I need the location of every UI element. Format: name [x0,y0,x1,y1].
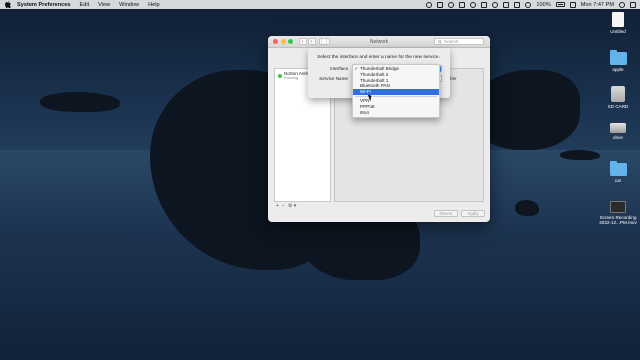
menu-bar: System Preferences Edit View Window Help… [0,0,640,9]
sheet-prompt: Select the interface and enter a name fo… [317,55,440,60]
bluetooth-icon[interactable] [503,1,510,8]
menu-edit[interactable]: Edit [80,2,90,8]
volume-icon[interactable] [514,1,521,8]
island-rock-small [515,200,539,216]
menu-item-wifi[interactable]: Wi-Fi [353,89,439,95]
apply-button[interactable]: Apply [461,210,485,217]
interface-label: Interface [330,66,348,71]
notification-center-icon[interactable] [630,1,636,8]
battery-icon[interactable] [555,2,565,7]
desktop-icon-label: Untitled [610,29,626,34]
status-icon-2[interactable] [437,1,444,8]
status-dot-icon [278,73,282,78]
spotlight-icon[interactable] [619,1,625,8]
status-icon-5[interactable] [470,1,477,8]
battery-percent: 100% [536,1,551,8]
desktop-icon-apple[interactable]: apple [598,50,638,72]
status-icon-1[interactable] [426,1,433,8]
revert-button[interactable]: Revert [434,210,458,217]
remove-service-button[interactable]: − [282,203,285,209]
interface-dropdown-menu: ✓ Thunderbolt Bridge Thunderbolt 2 Thunde… [352,64,440,118]
folder-icon [609,161,627,176]
menu-separator [355,96,437,97]
add-service-button[interactable]: + [276,203,279,209]
status-icon-4[interactable] [459,1,466,8]
status-icon-7[interactable] [492,1,499,8]
menu-window[interactable]: Window [119,2,139,8]
desktop-icon-label: Screen Recording 2022-12...PM.mov [599,215,637,225]
menu-clock[interactable]: Mon 7:47 PM [581,2,614,8]
sd-card-icon [611,86,625,102]
forward-button[interactable]: › [307,38,316,45]
desktop-icon-label: apple [612,67,624,72]
island-left [40,92,120,112]
back-button[interactable]: ‹ [298,38,307,45]
service-list-toolbar: + − ⚙ ▾ [274,203,331,209]
search-placeholder: Search [444,39,459,44]
menu-view[interactable]: View [98,2,110,8]
show-all-button[interactable]: ⋮⋮ [318,38,330,45]
desktop-icon-label: SD CARD [607,104,629,109]
document-icon [612,12,624,27]
wifi-icon[interactable] [525,1,532,8]
service-name-label: Service Name [319,76,348,81]
window-titlebar[interactable]: ‹ › ⋮⋮ Network Search [268,36,490,48]
zoom-button[interactable] [288,39,293,44]
desktop-icon-label: drive [613,135,623,140]
minimize-button[interactable] [280,39,286,44]
menu-app-name[interactable]: System Preferences [17,2,71,8]
desktop-icon-label: car [614,178,622,183]
menu-item-6to4[interactable]: 6to4 [353,110,439,116]
apple-menu-icon[interactable] [4,1,11,8]
desktop-icon-car[interactable]: car [598,161,638,183]
desktop-icon-sd-card[interactable]: SD CARD [598,86,638,109]
island-right-small [560,150,600,160]
search-icon [438,39,442,44]
menu-help[interactable]: Help [148,2,160,8]
folder-icon [609,50,627,65]
video-file-icon [610,201,626,213]
flag-icon[interactable] [569,1,576,8]
status-icon-6[interactable] [481,1,488,8]
desktop-icon-drive[interactable]: drive [598,123,638,140]
close-button[interactable] [273,39,278,44]
status-icon-3[interactable] [448,1,455,8]
drive-icon [610,123,626,133]
search-field[interactable]: Search [434,38,484,45]
desktop-icon-untitled[interactable]: Untitled [598,12,638,34]
service-actions-button[interactable]: ⚙ ▾ [288,203,296,209]
desktop-icon-screen-recording[interactable]: Screen Recording 2022-12...PM.mov [596,201,640,225]
